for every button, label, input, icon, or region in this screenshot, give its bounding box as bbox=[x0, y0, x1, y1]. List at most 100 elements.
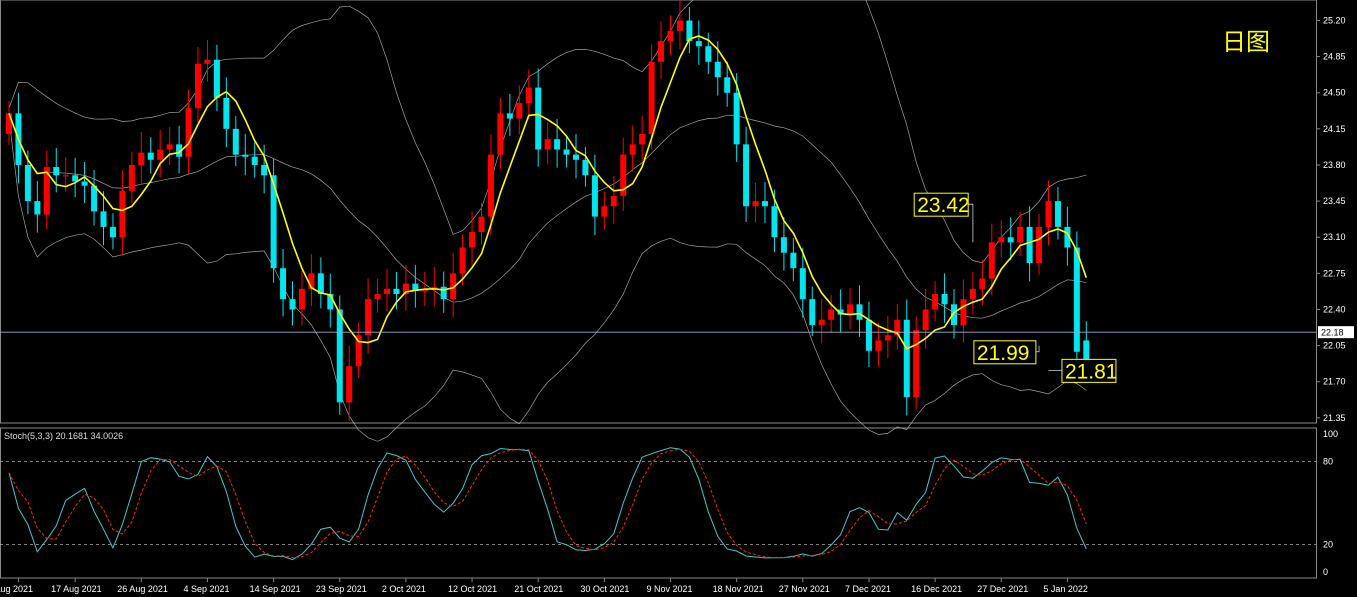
candle-body bbox=[6, 113, 12, 135]
candle-body bbox=[648, 61, 655, 135]
date-label: 9 Nov 2021 bbox=[647, 584, 693, 594]
date-label: 5 Jan 2022 bbox=[1043, 584, 1088, 594]
date-label: Aug 2021 bbox=[0, 584, 33, 594]
candle-body bbox=[280, 268, 287, 300]
price-annotation-text: 21.99 bbox=[977, 342, 1030, 365]
current-price-label: 22.18 bbox=[1321, 328, 1344, 338]
date-label: 12 Oct 2021 bbox=[448, 584, 497, 594]
candle-body bbox=[922, 309, 929, 331]
candle-body bbox=[242, 154, 249, 157]
candle-body bbox=[969, 288, 976, 300]
candle-body bbox=[109, 226, 116, 238]
candle-body bbox=[752, 201, 759, 207]
candle-body bbox=[875, 340, 882, 351]
date-axis: Aug 2021 17 Aug 2021 26 Aug 2021 4 Sep 2021… bbox=[0, 578, 1088, 594]
stoch-main-line bbox=[8, 447, 1087, 561]
stoch-label: Stoch(5,3,3) 20.1681 34.0026 bbox=[4, 431, 123, 441]
bollinger-bands bbox=[8, 0, 1087, 442]
candle-body bbox=[884, 335, 891, 341]
candle-body bbox=[459, 247, 466, 274]
price-tick-label: 23.80 bbox=[1323, 160, 1346, 170]
price-tick-label: 22.05 bbox=[1323, 341, 1346, 351]
candle-body bbox=[62, 175, 69, 177]
stoch-tick-label: 100 bbox=[1323, 429, 1338, 439]
candle-body bbox=[1036, 226, 1043, 264]
candle-body bbox=[469, 232, 476, 248]
stoch-signal-line bbox=[8, 448, 1087, 559]
candle-body bbox=[289, 299, 296, 310]
moving-average bbox=[8, 35, 1088, 350]
date-label: 17 Aug 2021 bbox=[51, 584, 102, 594]
candle-body bbox=[762, 201, 768, 207]
date-label: 21 Oct 2021 bbox=[514, 584, 563, 594]
candle-body bbox=[979, 278, 986, 289]
candle-body bbox=[988, 242, 995, 279]
candle-body bbox=[497, 113, 504, 155]
candle-body bbox=[714, 61, 721, 78]
date-label: 2 Oct 2021 bbox=[382, 584, 426, 594]
candle-body bbox=[204, 59, 211, 64]
stoch-frame bbox=[0, 427, 1317, 579]
candle-body bbox=[195, 63, 201, 109]
candle-body bbox=[903, 319, 910, 398]
candle-body bbox=[1045, 201, 1052, 227]
candle-body bbox=[865, 319, 872, 351]
price-annotation-text: 23.42 bbox=[917, 194, 970, 217]
candle-body bbox=[724, 77, 731, 93]
date-label: 4 Sep 2021 bbox=[183, 584, 229, 594]
price-tick-label: 21.70 bbox=[1323, 377, 1346, 387]
date-label: 27 Dec 2021 bbox=[977, 584, 1028, 594]
candle-body bbox=[53, 167, 60, 176]
candle-body bbox=[261, 164, 268, 176]
candle-body bbox=[525, 87, 532, 104]
date-label: 7 Dec 2021 bbox=[845, 584, 891, 594]
candle-body bbox=[695, 41, 702, 47]
stoch-tick-label: 20 bbox=[1323, 539, 1333, 549]
price-tick-label: 22.75 bbox=[1323, 268, 1346, 278]
candle-body bbox=[166, 144, 173, 150]
candle-body bbox=[941, 293, 948, 305]
date-label: 23 Sep 2021 bbox=[316, 584, 367, 594]
stochastic-panel bbox=[0, 427, 1317, 579]
candle-body bbox=[563, 149, 570, 155]
price-tick-label: 21.35 bbox=[1323, 413, 1346, 423]
candle-body bbox=[374, 293, 381, 300]
candle-body bbox=[185, 108, 192, 157]
candle-body bbox=[1054, 201, 1061, 227]
candle-body bbox=[629, 144, 636, 155]
candle-body bbox=[847, 304, 854, 315]
candle-body bbox=[487, 154, 494, 217]
candle-body bbox=[298, 288, 305, 310]
candle-body bbox=[317, 273, 324, 294]
candle-body bbox=[1007, 237, 1014, 243]
candle-body bbox=[573, 154, 579, 160]
candle-body bbox=[743, 144, 750, 207]
candle-body bbox=[809, 299, 816, 325]
candle-body bbox=[1026, 226, 1033, 264]
candle-body bbox=[393, 288, 400, 294]
page-title: 日图 bbox=[1222, 28, 1270, 56]
candle-body bbox=[658, 41, 665, 62]
stoch-tick-label: 0 bbox=[1323, 567, 1328, 577]
candle-body bbox=[119, 190, 126, 238]
candle-body bbox=[251, 156, 258, 165]
candle-body bbox=[506, 113, 513, 119]
candle-body bbox=[535, 87, 542, 150]
candle-body bbox=[223, 97, 230, 129]
candle-body bbox=[91, 185, 98, 212]
stochastic-lines bbox=[8, 447, 1087, 561]
date-label: 14 Sep 2021 bbox=[250, 584, 301, 594]
candle-body bbox=[790, 252, 797, 269]
candle-body bbox=[913, 330, 920, 398]
candle-body bbox=[34, 201, 41, 215]
candle-body bbox=[591, 175, 598, 217]
candle-body bbox=[365, 299, 372, 336]
price-tick-label: 25.20 bbox=[1323, 15, 1346, 25]
candle-body bbox=[667, 30, 674, 42]
candle-body bbox=[100, 211, 107, 227]
price-annotation-text: 21.81 bbox=[1065, 360, 1118, 383]
candle-body bbox=[81, 181, 88, 186]
candle-body bbox=[346, 366, 353, 403]
candle-body bbox=[128, 164, 135, 191]
candle-body bbox=[610, 195, 617, 207]
